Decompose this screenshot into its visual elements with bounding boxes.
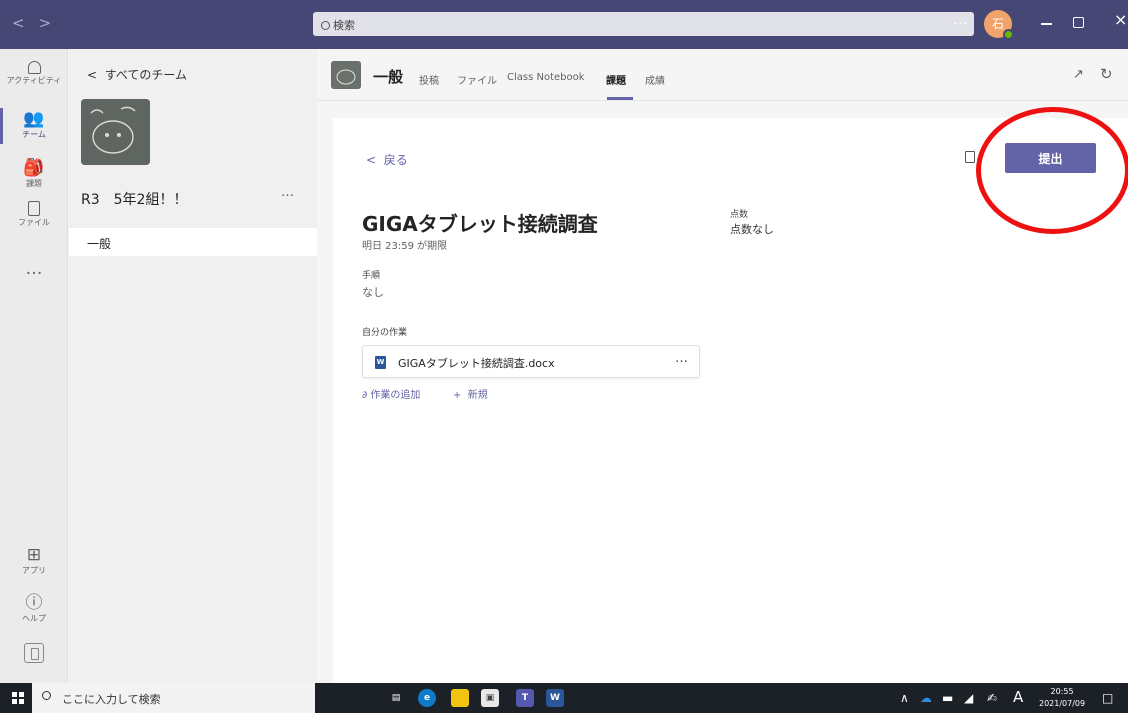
add-work-label: 作業の追加 xyxy=(370,390,421,401)
teams-app-icon[interactable]: T xyxy=(516,689,534,707)
clock-date: 2021/07/09 xyxy=(1039,699,1086,708)
appbar-item-activity[interactable]: アクティビティ xyxy=(0,59,68,86)
assignment-title: GIGAタブレット接続調査 xyxy=(362,212,598,236)
chalkboard-thumbnail xyxy=(331,61,361,89)
channel-item-general[interactable]: 一般 xyxy=(69,228,317,256)
channel-header: 一般 投稿 ファイル Class Notebook 課題 成績 ↗ ↻ xyxy=(317,49,1128,101)
back-arrow-icon[interactable]: < xyxy=(12,14,39,32)
chevron-left-icon: < xyxy=(87,68,105,82)
channel-title: 一般 xyxy=(373,68,404,86)
tab-posts[interactable]: 投稿 xyxy=(419,72,439,87)
pen-icon[interactable]: ✍ xyxy=(987,691,997,705)
instructions-value: なし xyxy=(362,286,384,299)
store-icon[interactable]: ▣ xyxy=(481,689,499,707)
appbar-item-assignments[interactable]: 🎒 課題 xyxy=(0,159,68,189)
word-app-icon[interactable]: W xyxy=(546,689,564,707)
taskbar-search-placeholder: ここに入力して検索 xyxy=(62,693,161,706)
appbar-label-teams: チーム xyxy=(22,130,46,139)
search-icon xyxy=(42,691,51,700)
team-more-icon[interactable]: … xyxy=(281,185,294,200)
file-icon xyxy=(28,201,40,216)
tray-chevron-icon[interactable]: ∧ xyxy=(900,691,909,705)
due-date: 明日 23:59 が期限 xyxy=(362,241,448,252)
help-icon: ⓘ xyxy=(25,593,43,613)
nav-arrows: <> xyxy=(12,14,65,32)
assignments-icon: 🎒 xyxy=(23,158,45,178)
apps-icon: ⊞ xyxy=(26,545,42,565)
ime-indicator[interactable]: A xyxy=(1013,688,1023,706)
word-doc-icon: W xyxy=(375,356,386,369)
title-bar: <> 検索 … 石 × xyxy=(0,0,1128,49)
team-name[interactable]: R3 5年2組！！ xyxy=(81,189,187,209)
all-teams-label: すべてのチーム xyxy=(104,68,188,82)
tab-files[interactable]: ファイル xyxy=(457,72,497,87)
bell-icon xyxy=(27,61,41,74)
team-image xyxy=(81,99,150,165)
minimize-button[interactable] xyxy=(1041,23,1052,25)
chalkboard-drawing xyxy=(81,99,150,165)
appbar-item-more[interactable]: … xyxy=(0,260,68,278)
file-more-icon[interactable]: … xyxy=(675,351,688,366)
appbar-label-help: ヘルプ xyxy=(22,614,46,623)
attached-file[interactable]: W GIGAタブレット接続調査.docx … xyxy=(362,345,700,378)
team-panel: < すべてのチーム R3 5年2組！！ … 一般 xyxy=(69,49,317,683)
back-link[interactable]: < 戻る xyxy=(366,151,408,168)
instructions-label: 手順 xyxy=(362,271,381,281)
device-icon[interactable] xyxy=(24,643,44,663)
points-label: 点数 xyxy=(730,210,749,220)
new-work-label: 新規 xyxy=(467,390,488,401)
tab-class-notebook[interactable]: Class Notebook xyxy=(507,72,585,83)
appbar-item-files[interactable]: ファイル xyxy=(0,199,68,228)
windows-taskbar: ここに入力して検索 ▤ e ▣ T W ∧ ☁ ▬ ◢ ✍ A 20:55 20… xyxy=(0,683,1128,713)
avatar[interactable]: 石 xyxy=(984,10,1014,40)
clock[interactable]: 20:55 2021/07/09 xyxy=(1039,686,1085,710)
more-icon: … xyxy=(25,259,43,279)
refresh-icon[interactable]: ↻ xyxy=(1100,65,1113,83)
onedrive-icon[interactable]: ☁ xyxy=(920,691,932,705)
windows-start-icon[interactable] xyxy=(12,692,24,704)
tab-grades[interactable]: 成績 xyxy=(645,72,665,87)
expand-icon[interactable]: ↗ xyxy=(1073,67,1084,82)
tab-assignments[interactable]: 課題 xyxy=(606,72,626,87)
maximize-button[interactable] xyxy=(1073,17,1084,28)
notifications-icon[interactable]: □ xyxy=(1102,691,1113,705)
forward-arrow-icon[interactable]: > xyxy=(39,14,66,32)
plus-icon: + xyxy=(453,390,468,401)
appbar-label-activity: アクティビティ xyxy=(6,76,62,85)
clock-time: 20:55 xyxy=(1050,687,1074,696)
appbar-item-teams[interactable]: 👥 チーム xyxy=(0,108,68,144)
search-icon xyxy=(321,21,330,30)
wifi-icon[interactable]: ◢ xyxy=(964,691,973,705)
all-teams-link[interactable]: < すべてのチーム xyxy=(87,66,187,83)
battery-icon[interactable]: ▬ xyxy=(942,691,953,705)
open-document-icon[interactable] xyxy=(965,151,975,163)
appbar-label-apps: アプリ xyxy=(22,566,46,575)
chevron-left-icon: < xyxy=(366,153,384,167)
close-button[interactable]: × xyxy=(1114,10,1127,29)
file-name: GIGAタブレット接続調査.docx xyxy=(398,357,555,370)
new-work-link[interactable]: + 新規 xyxy=(453,386,488,401)
active-tab-indicator xyxy=(607,97,633,100)
search-input[interactable]: 検索 xyxy=(313,12,974,36)
appbar-label-files: ファイル xyxy=(18,218,50,227)
points-value: 点数なし xyxy=(730,223,774,236)
appbar-label-assignments: 課題 xyxy=(26,179,42,188)
appbar-item-apps[interactable]: ⊞ アプリ xyxy=(0,546,68,576)
edge-icon[interactable]: e xyxy=(418,689,436,707)
my-work-label: 自分の作業 xyxy=(362,328,408,338)
app-bar: アクティビティ 👥 チーム 🎒 課題 ファイル … ⊞ アプリ ⓘ ヘルプ xyxy=(0,49,68,683)
taskbar-search-input[interactable]: ここに入力して検索 xyxy=(32,683,315,713)
search-placeholder: 検索 xyxy=(333,19,355,32)
add-work-link[interactable]: ∂ 作業の追加 xyxy=(362,386,420,401)
avatar-initial: 石 xyxy=(991,17,1004,31)
file-explorer-icon[interactable] xyxy=(451,689,469,707)
annotation-circle xyxy=(976,107,1128,234)
presence-available-icon xyxy=(1003,29,1014,40)
teams-icon: 👥 xyxy=(23,109,45,129)
appbar-item-help[interactable]: ⓘ ヘルプ xyxy=(0,594,68,624)
task-view-icon[interactable]: ▤ xyxy=(387,689,405,707)
more-options-icon[interactable]: … xyxy=(953,10,968,28)
back-label: 戻る xyxy=(383,153,408,167)
channel-team-image xyxy=(331,61,361,89)
